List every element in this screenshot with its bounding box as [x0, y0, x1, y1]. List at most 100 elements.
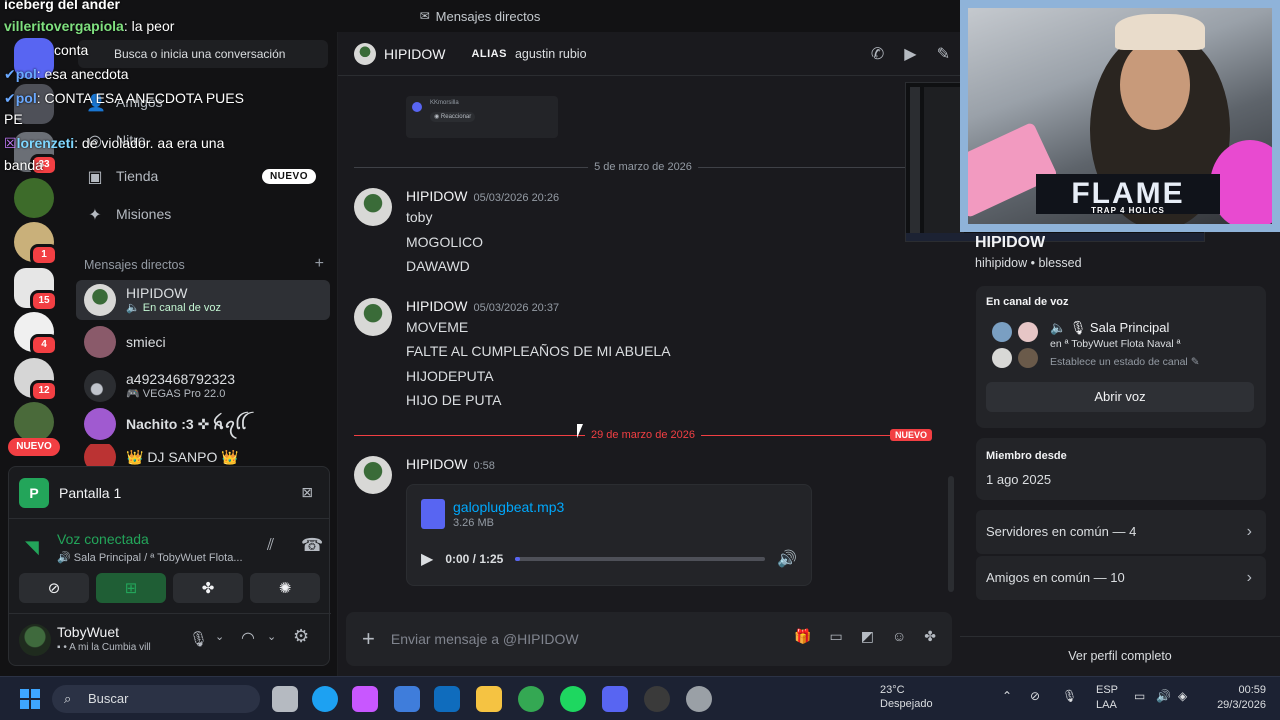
screen-share-row: P Pantalla 1 ⊠: [9, 467, 329, 519]
chevron-right-icon: ›: [1246, 523, 1252, 540]
nav-misiones[interactable]: ✦ Misiones: [76, 196, 330, 232]
chat-scrollbar[interactable]: [948, 476, 954, 592]
add-dm-button[interactable]: +: [315, 256, 324, 272]
voice-connected-label[interactable]: Voz conectada: [57, 531, 149, 547]
mutual-friends-label: Amigos en común — 10: [986, 570, 1125, 585]
message-input[interactable]: Enviar mensaje a @HIPIDOW: [391, 631, 579, 647]
channel-status[interactable]: Establece un estado de canal ✎: [1050, 356, 1200, 368]
settings-gear-icon[interactable]: ⚙: [293, 626, 309, 647]
member-since-value: 1 ago 2025: [986, 472, 1052, 487]
task-view-icon[interactable]: [272, 686, 298, 712]
chevron-down-icon[interactable]: ⌄: [215, 630, 224, 643]
windows-taskbar: ⌕ Buscar 23°C Despejado ⌃ ⊘ 🎙 ESP LAA ▭ …: [0, 676, 1280, 720]
server-icon[interactable]: 4: [14, 312, 58, 356]
channel-server: en ª TobyWuet Flota Naval ª: [1050, 338, 1181, 350]
header-avatar: [354, 42, 376, 65]
chat-overlay-line: iceberg del ander: [4, 0, 120, 12]
dm-icon: ✉: [419, 9, 430, 23]
speaker-icon[interactable]: 🔊: [1156, 689, 1171, 703]
search-icon: ⌕: [64, 691, 72, 706]
network-off-icon[interactable]: ⊘: [1030, 689, 1040, 703]
settings-icon[interactable]: [686, 686, 712, 712]
activities-button[interactable]: ✤: [173, 573, 243, 603]
volume-icon[interactable]: 🔊: [777, 549, 797, 569]
audio-progress-bar[interactable]: [515, 557, 766, 561]
message-author[interactable]: HIPIDOW: [406, 456, 467, 472]
server-icon[interactable]: 12: [14, 358, 58, 402]
discord-icon[interactable]: [602, 686, 628, 712]
taskbar-search[interactable]: ⌕ Buscar: [52, 685, 260, 713]
view-full-profile-link[interactable]: Ver perfil completo: [960, 636, 1280, 676]
message-text: MOVEME: [406, 319, 469, 335]
mouse-cursor: [577, 424, 583, 438]
join-voice-button[interactable]: Abrir voz: [986, 382, 1254, 412]
server-icon[interactable]: [14, 178, 54, 218]
outlook-icon[interactable]: [434, 686, 460, 712]
alias-value: agustin rubio: [514, 46, 587, 61]
weather-widget[interactable]: 23°C Despejado: [852, 683, 933, 711]
composer-actions: 🎁 ▭ ◩ ☺ ✤: [794, 628, 936, 645]
spotify-icon[interactable]: [560, 686, 586, 712]
dm-item[interactable]: smieci: [76, 322, 330, 362]
system-clock[interactable]: 00:59 29/3/2026: [1217, 683, 1266, 713]
noise-suppression-icon[interactable]: ⫽: [267, 537, 274, 555]
pin-icon[interactable]: ✎: [937, 44, 950, 64]
store-icon[interactable]: [394, 686, 420, 712]
file-explorer-icon[interactable]: [476, 686, 502, 712]
attach-plus-icon[interactable]: +: [362, 626, 375, 652]
windows-start-icon[interactable]: [20, 689, 40, 709]
microphone-icon[interactable]: 🎙: [189, 630, 208, 648]
call-icon[interactable]: ✆: [871, 44, 884, 64]
chevron-down-icon[interactable]: ⌄: [267, 630, 276, 643]
mutual-servers-row[interactable]: Servidores en común — 4 ›: [976, 510, 1266, 554]
screen-icon: ⊞: [124, 580, 138, 597]
play-icon[interactable]: ▶: [421, 549, 433, 569]
message-composer[interactable]: + Enviar mensaje a @HIPIDOW 🎁 ▭ ◩ ☺ ✤: [346, 612, 952, 666]
video-icon[interactable]: ▶: [904, 44, 916, 64]
dm-item[interactable]: a4923468792323 🎮 VEGAS Pro 22.0: [76, 366, 330, 406]
dm-item[interactable]: HIPIDOW 🔈 En canal de voz: [76, 280, 330, 320]
chrome-icon[interactable]: [518, 686, 544, 712]
message-header: HIPIDOW 05/03/2026 20:26: [406, 188, 559, 204]
weather-status: Despejado: [880, 698, 933, 710]
gift-icon[interactable]: 🎁: [794, 628, 811, 645]
unread-badge: 15: [30, 290, 58, 312]
emoji-icon[interactable]: ☺: [892, 628, 906, 645]
disconnect-icon[interactable]: ☎: [301, 535, 323, 556]
message-avatar[interactable]: [354, 188, 392, 226]
mutual-friends-row[interactable]: Amigos en común — 10 ›: [976, 556, 1266, 600]
unread-badge: 1: [30, 244, 58, 266]
user-avatar[interactable]: [19, 624, 51, 656]
dm-item[interactable]: Nachito :3 ✜ ꫝꪖꪶꪶ: [76, 404, 330, 444]
clock-time: 00:59: [1238, 684, 1266, 696]
attachment-filename[interactable]: galoplugbeat.mp3: [453, 499, 564, 515]
server-icon[interactable]: 1: [14, 222, 58, 266]
display-icon[interactable]: ▭: [1134, 689, 1145, 703]
share-screen-button[interactable]: ⊞: [96, 573, 166, 603]
tray-chevron-icon[interactable]: ⌃: [1002, 689, 1012, 703]
close-stream-icon[interactable]: ⊠: [301, 484, 313, 501]
apps-icon[interactable]: ✤: [924, 628, 936, 645]
new-messages-tag: NUEVO: [889, 429, 932, 441]
sticker-icon[interactable]: ◩: [861, 628, 874, 645]
gif-icon[interactable]: ▭: [830, 628, 843, 645]
headphones-icon[interactable]: ◠: [241, 628, 255, 648]
new-servers-pill[interactable]: NUEVO: [8, 438, 60, 456]
language-indicator[interactable]: ESP LAA: [1096, 683, 1118, 713]
obs-icon[interactable]: [644, 686, 670, 712]
message-author[interactable]: HIPIDOW: [406, 298, 467, 314]
server-icon[interactable]: 15: [14, 268, 58, 312]
camera-off-button[interactable]: ⊘: [19, 573, 89, 603]
message-author[interactable]: HIPIDOW: [406, 188, 467, 204]
server-icon[interactable]: [14, 402, 54, 442]
copilot-icon[interactable]: [352, 686, 378, 712]
mic-tray-icon[interactable]: 🎙: [1062, 689, 1077, 703]
edge-icon[interactable]: [312, 686, 338, 712]
soundboard-button[interactable]: ✺: [250, 573, 320, 603]
message-avatar[interactable]: [354, 456, 392, 494]
date-divider: 5 de marzo de 2026: [354, 161, 932, 173]
message-avatar[interactable]: [354, 298, 392, 336]
camera-off-icon: ⊘: [47, 580, 61, 597]
security-icon[interactable]: ◈: [1178, 689, 1187, 703]
message-timestamp: 0:58: [473, 460, 495, 472]
